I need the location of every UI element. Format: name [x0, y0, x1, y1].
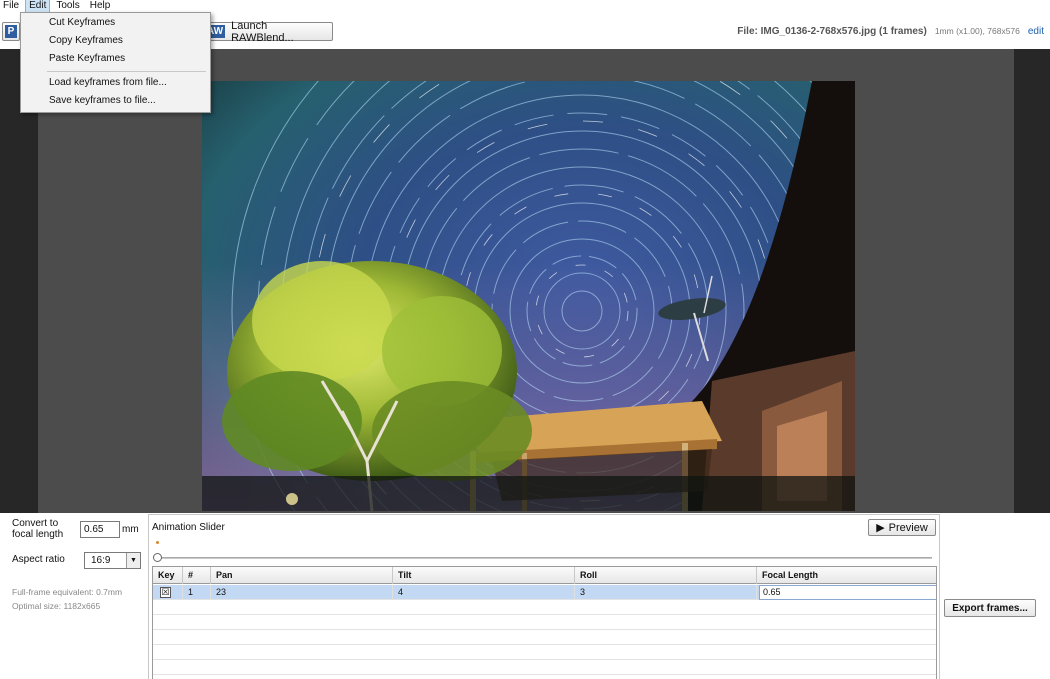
table-row-empty [153, 615, 936, 630]
focal-unit-label: mm [122, 524, 139, 535]
menu-file[interactable]: File [0, 0, 22, 12]
aspect-ratio-select[interactable]: 16:9 ▼ [84, 552, 141, 569]
aspect-ratio-label: Aspect ratio [12, 554, 65, 565]
launch-rawblend-button[interactable]: AW Launch RAWBlend... [202, 19, 333, 44]
edit-menu-dropdown: Cut Keyframes Copy Keyframes Paste Keyfr… [20, 12, 211, 113]
export-frames-button[interactable]: Export frames... [944, 599, 1036, 617]
table-row-empty [153, 660, 936, 675]
menu-separator [47, 71, 206, 72]
image-viewport [0, 49, 1050, 513]
column-number[interactable]: # [183, 567, 211, 584]
keyframe-table-header: Key # Pan Tilt Roll Focal Length [153, 567, 936, 584]
menu-bar: File Edit Tools Help [0, 0, 1050, 13]
preview-image[interactable] [202, 81, 855, 511]
animation-slider-handle[interactable] [153, 553, 162, 562]
keyframe-table: Key # Pan Tilt Roll Focal Length ☒ 1 23 … [152, 566, 937, 679]
edit-link[interactable]: edit [1028, 26, 1044, 37]
file-name: File: IMG_0136-2-768x576.jpg (1 frames) [737, 26, 927, 37]
menu-item-cut-keyframes[interactable]: Cut Keyframes [49, 17, 115, 28]
aspect-ratio-value: 16:9 [91, 555, 111, 566]
bottom-panel: Convert to focal length 0.65 mm Aspect r… [0, 513, 1050, 679]
roll-cell[interactable]: 3 [575, 585, 757, 600]
table-row-empty [153, 630, 936, 645]
focal-length-input[interactable]: 0.65 [80, 521, 120, 538]
raw-open-button[interactable]: P [2, 22, 20, 41]
raw-icon: P [4, 25, 18, 38]
preview-button[interactable]: ▶ Preview [868, 519, 936, 536]
app-window: File Edit Tools Help P AW Launch RAWBlen… [0, 0, 1050, 679]
fullframe-equivalent-note: Full-frame equivalent: 0.7mm [12, 587, 123, 597]
table-row-empty [153, 645, 936, 660]
play-icon: ▶ [876, 522, 885, 534]
menu-tools[interactable]: Tools [53, 0, 82, 12]
keyframe-marker [156, 541, 159, 544]
table-row-empty [153, 600, 936, 615]
pan-cell[interactable]: 23 [211, 585, 393, 600]
animation-slider-track[interactable] [157, 557, 932, 559]
column-focal-length[interactable]: Focal Length [757, 567, 936, 584]
menu-item-copy-keyframes[interactable]: Copy Keyframes [49, 35, 123, 46]
focal-length-cell-editor[interactable]: 0.65 [759, 585, 936, 600]
optimal-size-note: Optimal size: 1182x665 [12, 601, 101, 611]
menu-item-save-keyframes[interactable]: Save keyframes to file... [49, 95, 156, 106]
column-roll[interactable]: Roll [575, 567, 757, 584]
file-info: File: IMG_0136-2-768x576.jpg (1 frames) … [737, 26, 1044, 37]
launch-rawblend-label: Launch RAWBlend... [231, 19, 294, 44]
menu-help[interactable]: Help [87, 0, 114, 12]
animation-slider-title: Animation Slider [152, 522, 225, 533]
number-cell: 1 [183, 585, 211, 600]
convert-focal-label: Convert to focal length [12, 518, 64, 540]
menu-item-load-keyframes[interactable]: Load keyframes from file... [49, 77, 167, 88]
file-meta: 1mm (x1.00), 768x576 [934, 26, 1020, 36]
canvas-area [38, 49, 1014, 513]
table-row[interactable]: ☒ 1 23 4 3 0.65 [153, 585, 936, 600]
tilt-cell[interactable]: 4 [393, 585, 575, 600]
preview-label: Preview [888, 521, 928, 534]
menu-edit[interactable]: Edit [25, 0, 51, 13]
key-checkbox[interactable]: ☒ [160, 587, 171, 598]
column-key[interactable]: Key [153, 567, 183, 584]
dropdown-arrow-icon: ▼ [126, 553, 140, 568]
column-tilt[interactable]: Tilt [393, 567, 575, 584]
animation-panel: Animation Slider ▶ Preview Key # Pan Til… [148, 514, 940, 679]
key-cell: ☒ [153, 585, 183, 600]
menu-item-paste-keyframes[interactable]: Paste Keyframes [49, 53, 125, 64]
column-pan[interactable]: Pan [211, 567, 393, 584]
